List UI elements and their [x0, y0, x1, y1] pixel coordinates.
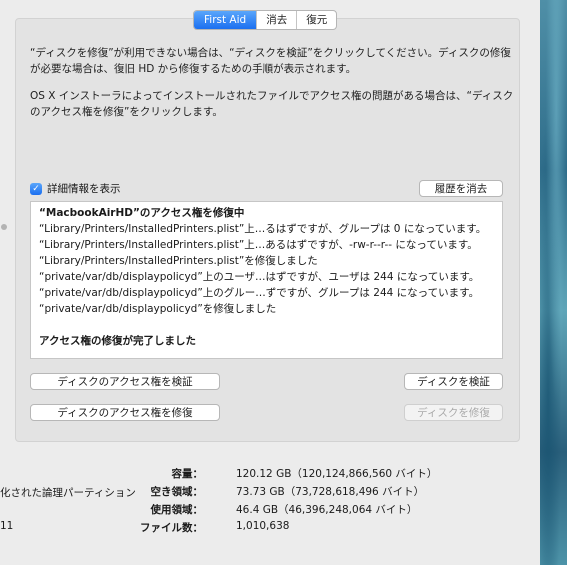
repair-permissions-button[interactable]: ディスクのアクセス権を修復 [30, 404, 220, 421]
log-line: “Library/Printers/InstalledPrinters.plis… [39, 255, 318, 267]
verify-permissions-button[interactable]: ディスクのアクセス権を検証 [30, 373, 220, 390]
file-count-label: ファイル数： [140, 522, 203, 534]
verify-disk-button[interactable]: ディスクを検証 [404, 373, 503, 390]
info-text-permissions: OS X インストーラによってインストールされたファイルでアクセス権の問題がある… [30, 90, 514, 118]
show-details-checkbox[interactable]: ✓ [30, 182, 42, 195]
log-line: “private/var/db/displaypolicyd”上のグルー…ずです… [39, 287, 480, 299]
log-line: “Library/Printers/InstalledPrinters.plis… [39, 223, 487, 235]
log-text-area[interactable]: “MacbookAirHD”のアクセス権を修復中 “Library/Printe… [30, 201, 503, 359]
info-text-repair: “ディスクを修復”が利用できない場合は、“ディスクを検証”をクリックしてください… [30, 47, 511, 75]
tab-bar: First Aid 消去 復元 [193, 10, 338, 30]
used-space-value: 46.4 GB（46,396,248,064 バイト） [236, 504, 418, 516]
disk-utility-window: First Aid 消去 復元 “ディスクを修復”が利用できない場合は、“ディス… [0, 0, 540, 565]
log-spacer [39, 317, 494, 333]
log-line: “Library/Printers/InstalledPrinters.plis… [39, 239, 478, 251]
clear-history-button[interactable]: 履歴を消去 [419, 180, 503, 197]
show-details-label: 詳細情報を表示 [47, 183, 121, 195]
show-details-row[interactable]: ✓ 詳細情報を表示 [30, 181, 121, 196]
partition-number-text: 11 [0, 520, 14, 532]
tab-restore[interactable]: 復元 [296, 11, 336, 29]
log-footer: アクセス権の修復が完了しました [39, 335, 196, 347]
file-count-value: 1,010,638 [236, 520, 290, 532]
free-space-value: 73.73 GB（73,728,618,496 バイト） [236, 486, 425, 498]
tab-first-aid[interactable]: First Aid [194, 11, 257, 29]
repair-disk-button[interactable]: ディスクを修復 [404, 404, 503, 421]
log-line: “private/var/db/displaypolicyd”上のユーザ…はずで… [39, 271, 480, 283]
desktop-wallpaper [540, 0, 567, 565]
used-space-label: 使用領域： [150, 504, 204, 516]
partition-scheme-text: 化された論理パーティション [0, 487, 136, 499]
capacity-value: 120.12 GB（120,124,866,560 バイト） [236, 468, 438, 480]
log-line: “private/var/db/displaypolicyd”を修復しました [39, 303, 277, 315]
capacity-label: 容量： [171, 468, 204, 480]
tab-erase[interactable]: 消去 [256, 11, 296, 29]
log-header: “MacbookAirHD”のアクセス権を修復中 [39, 207, 245, 219]
free-space-label: 空き領域： [150, 486, 204, 498]
split-view-grip[interactable] [1, 224, 7, 230]
